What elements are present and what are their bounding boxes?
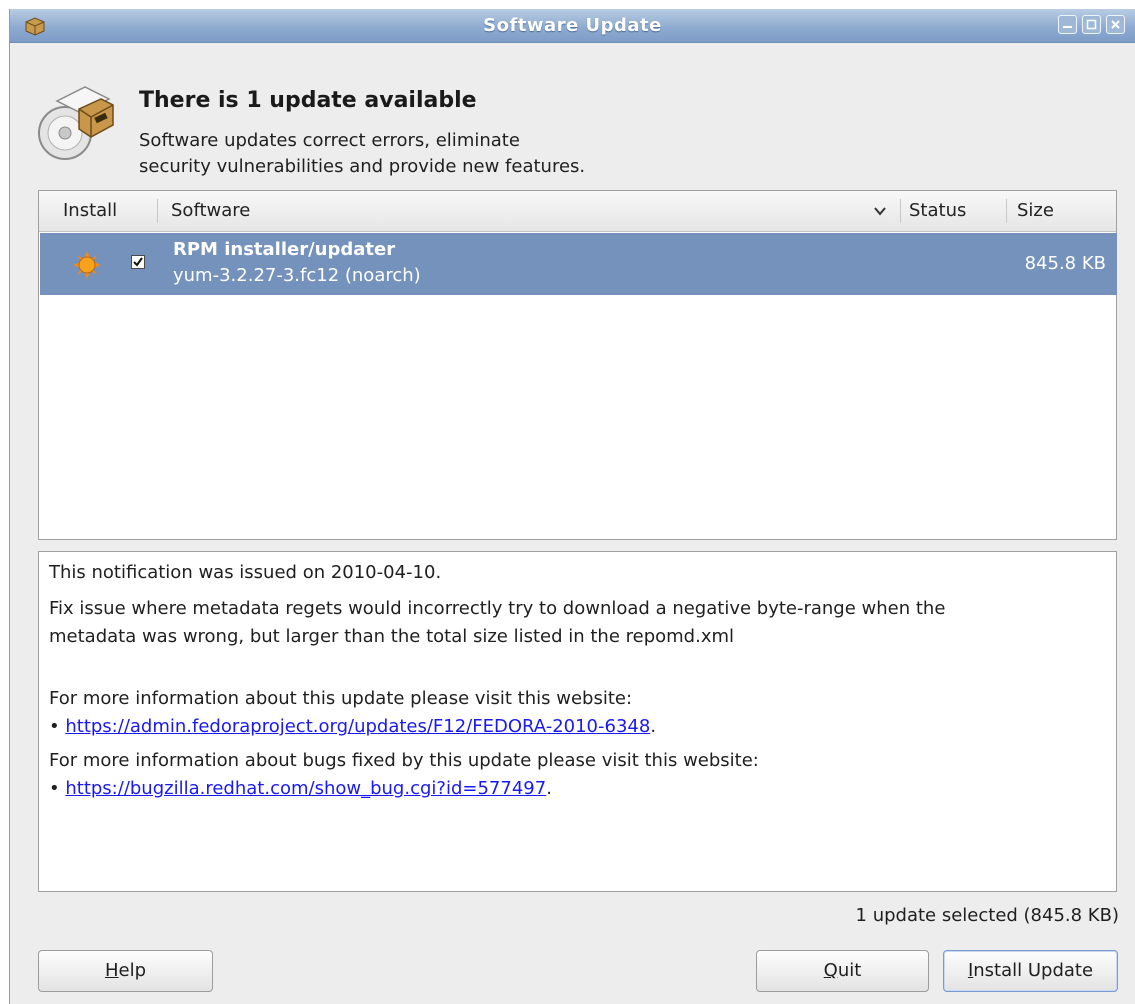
- header-description-line: security vulnerabilities and provide new…: [139, 156, 586, 177]
- issued-date-text: This notification was issued on 2010-04-…: [49, 562, 442, 583]
- help-mnemonic: H: [104, 960, 119, 981]
- close-button[interactable]: [1106, 15, 1125, 34]
- quit-button[interactable]: Quit: [756, 950, 929, 992]
- bugs-intro-text: For more information about bugs fixed by…: [49, 750, 759, 771]
- software-update-window: Software Update There is 1 update availa…: [9, 9, 1135, 1004]
- package-size: 845.8 KB: [1024, 253, 1106, 274]
- header-description-line: Software updates correct errors, elimina…: [139, 130, 520, 151]
- column-separator: [157, 199, 158, 223]
- bugs-link-line: • https://bugzilla.redhat.com/show_bug.c…: [49, 778, 552, 799]
- page-title: There is 1 update available: [139, 88, 477, 113]
- link-punctuation: .: [650, 716, 657, 737]
- bugfix-sun-icon: [73, 251, 101, 279]
- install-label: nstall Update: [973, 960, 1094, 981]
- list-header: Install Software Status Size: [39, 191, 1116, 232]
- minimize-icon: [1063, 26, 1072, 28]
- maximize-icon: [1086, 19, 1097, 30]
- maximize-button[interactable]: [1082, 15, 1101, 34]
- checkmark-icon: [133, 257, 143, 267]
- help-button[interactable]: Help: [38, 950, 213, 992]
- close-icon: [1111, 20, 1120, 29]
- update-website-link[interactable]: https://admin.fedoraproject.org/updates/…: [65, 716, 650, 737]
- table-row[interactable]: RPM installer/updater yum-3.2.27-3.fc12 …: [40, 233, 1117, 295]
- header-description: Software updates correct errors, elimina…: [139, 128, 585, 180]
- selection-summary: 1 update selected (845.8 KB): [855, 905, 1119, 926]
- bugzilla-link[interactable]: https://bugzilla.redhat.com/show_bug.cgi…: [65, 778, 546, 799]
- column-header-software[interactable]: Software: [171, 191, 250, 231]
- website-intro-text: For more information about this update p…: [49, 688, 633, 709]
- column-separator: [1006, 199, 1007, 223]
- minimize-button[interactable]: [1058, 15, 1077, 34]
- description-line: Fix issue where metadata regets would in…: [49, 598, 946, 619]
- update-list[interactable]: Install Software Status Size RPM install…: [38, 190, 1117, 540]
- update-details[interactable]: This notification was issued on 2010-04-…: [38, 551, 1117, 892]
- column-header-size[interactable]: Size: [1017, 191, 1054, 231]
- title-bar[interactable]: Software Update: [10, 9, 1135, 43]
- software-update-icon: [38, 86, 114, 160]
- sort-descending-icon: [874, 207, 886, 216]
- link-punctuation: .: [546, 778, 552, 799]
- quit-mnemonic: Q: [823, 960, 838, 981]
- description-line: metadata was wrong, but larger than the …: [49, 626, 735, 647]
- package-version: yum-3.2.27-3.fc12 (noarch): [173, 265, 421, 286]
- website-link-line: • https://admin.fedoraproject.org/update…: [49, 716, 656, 737]
- column-header-status[interactable]: Status: [909, 191, 966, 231]
- package-name: RPM installer/updater: [173, 239, 396, 260]
- column-separator: [900, 199, 901, 223]
- install-update-button[interactable]: Install Update: [943, 950, 1118, 992]
- quit-label: uit: [837, 960, 862, 981]
- bullet: •: [49, 778, 60, 799]
- column-header-install[interactable]: Install: [63, 191, 117, 231]
- install-checkbox[interactable]: [131, 255, 145, 269]
- bullet: •: [49, 716, 60, 737]
- help-label: elp: [118, 960, 147, 981]
- window-title: Software Update: [483, 15, 662, 36]
